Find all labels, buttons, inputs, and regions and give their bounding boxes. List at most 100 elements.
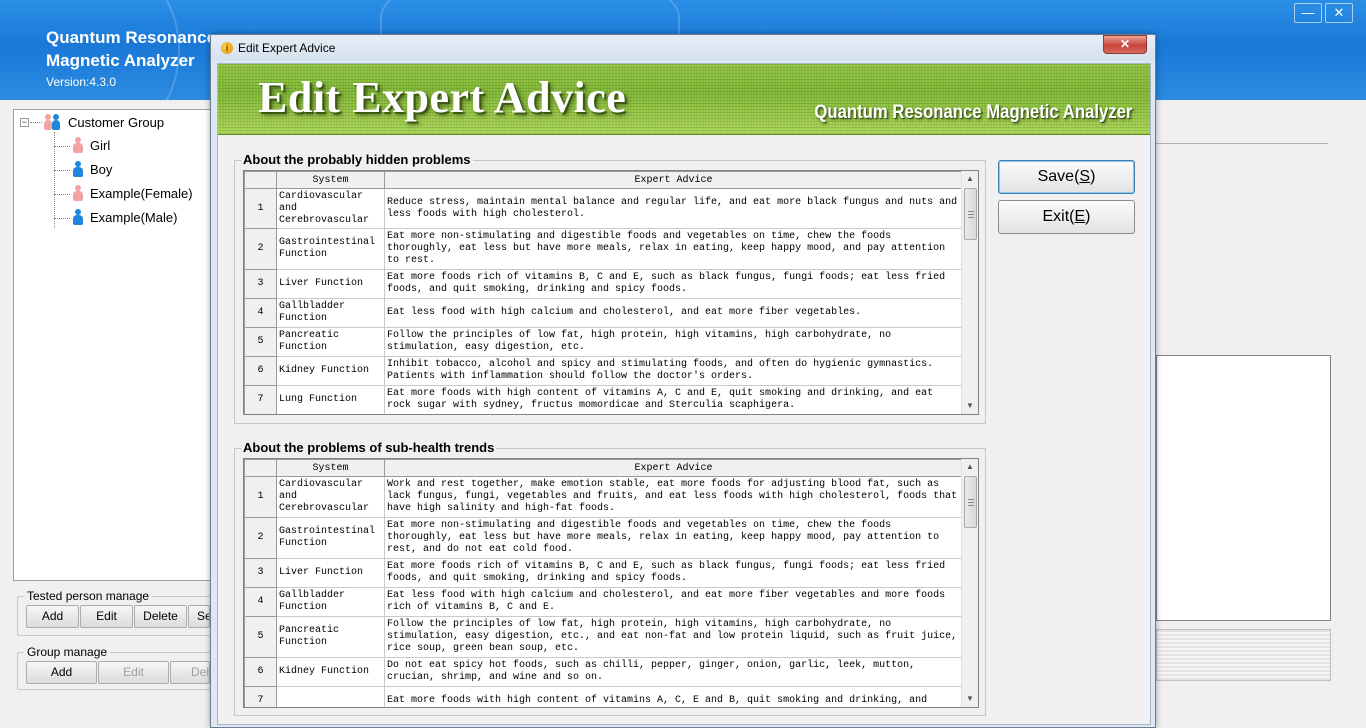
tree-node-example-female[interactable]: Example(Female) — [72, 185, 193, 203]
system-cell[interactable] — [276, 686, 385, 707]
table-row[interactable]: 5 Pancreatic Function Follow the princip… — [244, 616, 963, 658]
system-cell[interactable]: Pancreatic Function — [276, 616, 385, 658]
save-accelerator-key: S — [1079, 168, 1091, 185]
advice-cell[interactable]: Inhibit tobacco, alcohol and spicy and s… — [384, 356, 963, 386]
row-number: 6 — [244, 356, 277, 386]
app-version: Version:4.3.0 — [46, 75, 117, 89]
save-button-label-end: ) — [1090, 168, 1096, 185]
tree-node-example-male[interactable]: Example(Male) — [72, 209, 177, 227]
delete-person-button[interactable]: Delete — [134, 605, 187, 628]
group-legend: Tested person manage — [24, 589, 153, 603]
minimize-button[interactable]: — — [1294, 3, 1322, 23]
advice-cell[interactable]: Do not eat spicy hot foods, such as chil… — [384, 657, 963, 687]
advice-cell[interactable]: Eat more non-stimulating and digestible … — [384, 228, 963, 270]
male-person-icon — [72, 161, 84, 177]
row-number: 1 — [244, 476, 277, 518]
advice-cell[interactable]: Reduce stress, maintain mental balance a… — [384, 188, 963, 229]
tree-node-girl[interactable]: Girl — [72, 137, 110, 155]
advice-cell[interactable]: Follow the principles of low fat, high p… — [384, 327, 963, 357]
advice-cell[interactable]: Eat less food with high calcium and chol… — [384, 298, 963, 328]
scroll-thumb[interactable] — [964, 188, 977, 240]
tree-node-boy[interactable]: Boy — [72, 161, 112, 179]
table-row[interactable]: 2 Gastrointestinal Function Eat more non… — [244, 517, 963, 559]
dialog-close-button[interactable]: ✕ — [1103, 35, 1147, 54]
hidden-problems-grid[interactable]: System Expert Advice 1 Cardiovascular an… — [243, 170, 979, 415]
row-number: 2 — [244, 517, 277, 559]
add-person-button[interactable]: Add — [26, 605, 79, 628]
exit-button[interactable]: Exit(E) — [998, 200, 1135, 234]
scroll-up-icon[interactable]: ▲ — [962, 459, 978, 475]
right-content-box — [1156, 355, 1331, 621]
system-cell[interactable]: Cardiovascular and Cerebrovascular — [276, 476, 385, 518]
edit-person-button[interactable]: Edit — [80, 605, 133, 628]
advice-cell[interactable]: Eat less food with high calcium and chol… — [384, 587, 963, 617]
subhealth-trends-scrollbar[interactable]: ▲ ▼ — [961, 459, 978, 707]
system-cell[interactable]: Cardiovascular and Cerebrovascular — [276, 188, 385, 229]
advice-cell[interactable]: Eat more foods with high content of vita… — [384, 686, 963, 707]
edit-group-button[interactable]: Edit — [98, 661, 169, 684]
advice-cell[interactable]: Eat more non-stimulating and digestible … — [384, 517, 963, 559]
tree-connector — [54, 218, 70, 219]
tree-connector — [30, 122, 42, 123]
table-row[interactable]: 7 Eat more foods with high content of vi… — [244, 686, 963, 707]
advice-cell[interactable]: Work and rest together, make emotion sta… — [384, 476, 963, 518]
table-row[interactable]: 2 Gastrointestinal Function Eat more non… — [244, 228, 963, 270]
system-cell[interactable]: Kidney Function — [276, 356, 385, 386]
scroll-down-icon[interactable]: ▼ — [962, 691, 978, 707]
delete-group-button[interactable]: Dele — [170, 661, 210, 684]
scroll-down-icon[interactable]: ▼ — [962, 398, 978, 414]
header-corner — [244, 459, 277, 477]
system-cell[interactable]: Gastrointestinal Function — [276, 517, 385, 559]
table-row[interactable]: 7 Lung Function Eat more foods with high… — [244, 385, 963, 414]
table-row[interactable]: 3 Liver Function Eat more foods rich of … — [244, 269, 963, 299]
close-app-button[interactable]: ✕ — [1325, 3, 1353, 23]
row-number: 3 — [244, 558, 277, 588]
hidden-problems-scrollbar[interactable]: ▲ ▼ — [961, 171, 978, 414]
save-button[interactable]: Save(S) — [998, 160, 1135, 194]
search-person-button[interactable]: Se — [188, 605, 210, 628]
right-panel-divider — [1156, 143, 1328, 144]
table-row[interactable]: 4 Gallbladder Function Eat less food wit… — [244, 298, 963, 328]
row-number: 5 — [244, 327, 277, 357]
scroll-thumb[interactable] — [964, 476, 977, 528]
table-row[interactable]: 3 Liver Function Eat more foods rich of … — [244, 558, 963, 588]
dialog-titlebar[interactable]: i Edit Expert Advice ✕ — [211, 35, 1155, 61]
column-header-expert-advice[interactable]: Expert Advice — [384, 459, 963, 477]
tree-node-label: Example(Female) — [90, 186, 193, 201]
banner-title: Edit Expert Advice — [258, 73, 627, 122]
advice-cell[interactable]: Follow the principles of low fat, high p… — [384, 616, 963, 658]
tree-node-customer-group[interactable]: Customer Group — [44, 114, 164, 132]
system-cell[interactable]: Gallbladder Function — [276, 587, 385, 617]
column-header-expert-advice[interactable]: Expert Advice — [384, 171, 963, 189]
customer-tree[interactable]: − Customer Group Girl Boy Example(Female… — [13, 109, 221, 581]
system-cell[interactable]: Liver Function — [276, 558, 385, 588]
add-group-button[interactable]: Add — [26, 661, 97, 684]
tree-collapse-toggle[interactable]: − — [20, 118, 29, 127]
table-row[interactable]: 1 Cardiovascular and Cerebrovascular Red… — [244, 188, 963, 229]
system-cell[interactable]: Gastrointestinal Function — [276, 228, 385, 270]
advice-cell[interactable]: Eat more foods with high content of vita… — [384, 385, 963, 414]
system-cell[interactable]: Gallbladder Function — [276, 298, 385, 328]
system-cell[interactable]: Lung Function — [276, 385, 385, 414]
row-number: 7 — [244, 686, 277, 707]
column-header-system[interactable]: System — [276, 171, 385, 189]
advice-cell[interactable]: Eat more foods rich of vitamins B, C and… — [384, 269, 963, 299]
tree-node-label: Girl — [90, 138, 111, 153]
exit-button-label-end: ) — [1085, 208, 1091, 225]
system-cell[interactable]: Kidney Function — [276, 657, 385, 687]
table-header-row: System Expert Advice — [244, 171, 963, 189]
female-person-icon — [72, 185, 84, 201]
right-status-strip — [1156, 629, 1331, 681]
subhealth-trends-grid[interactable]: System Expert Advice 1 Cardiovascular an… — [243, 458, 979, 708]
table-row[interactable]: 6 Kidney Function Do not eat spicy hot f… — [244, 657, 963, 687]
table-row[interactable]: 5 Pancreatic Function Follow the princip… — [244, 327, 963, 357]
table-row[interactable]: 1 Cardiovascular and Cerebrovascular Wor… — [244, 476, 963, 518]
table-row[interactable]: 4 Gallbladder Function Eat less food wit… — [244, 587, 963, 617]
system-cell[interactable]: Pancreatic Function — [276, 327, 385, 357]
table-row[interactable]: 6 Kidney Function Inhibit tobacco, alcoh… — [244, 356, 963, 386]
advice-cell[interactable]: Eat more foods rich of vitamins B, C and… — [384, 558, 963, 588]
system-cell[interactable]: Liver Function — [276, 269, 385, 299]
table-header-row: System Expert Advice — [244, 459, 963, 477]
column-header-system[interactable]: System — [276, 459, 385, 477]
scroll-up-icon[interactable]: ▲ — [962, 171, 978, 187]
